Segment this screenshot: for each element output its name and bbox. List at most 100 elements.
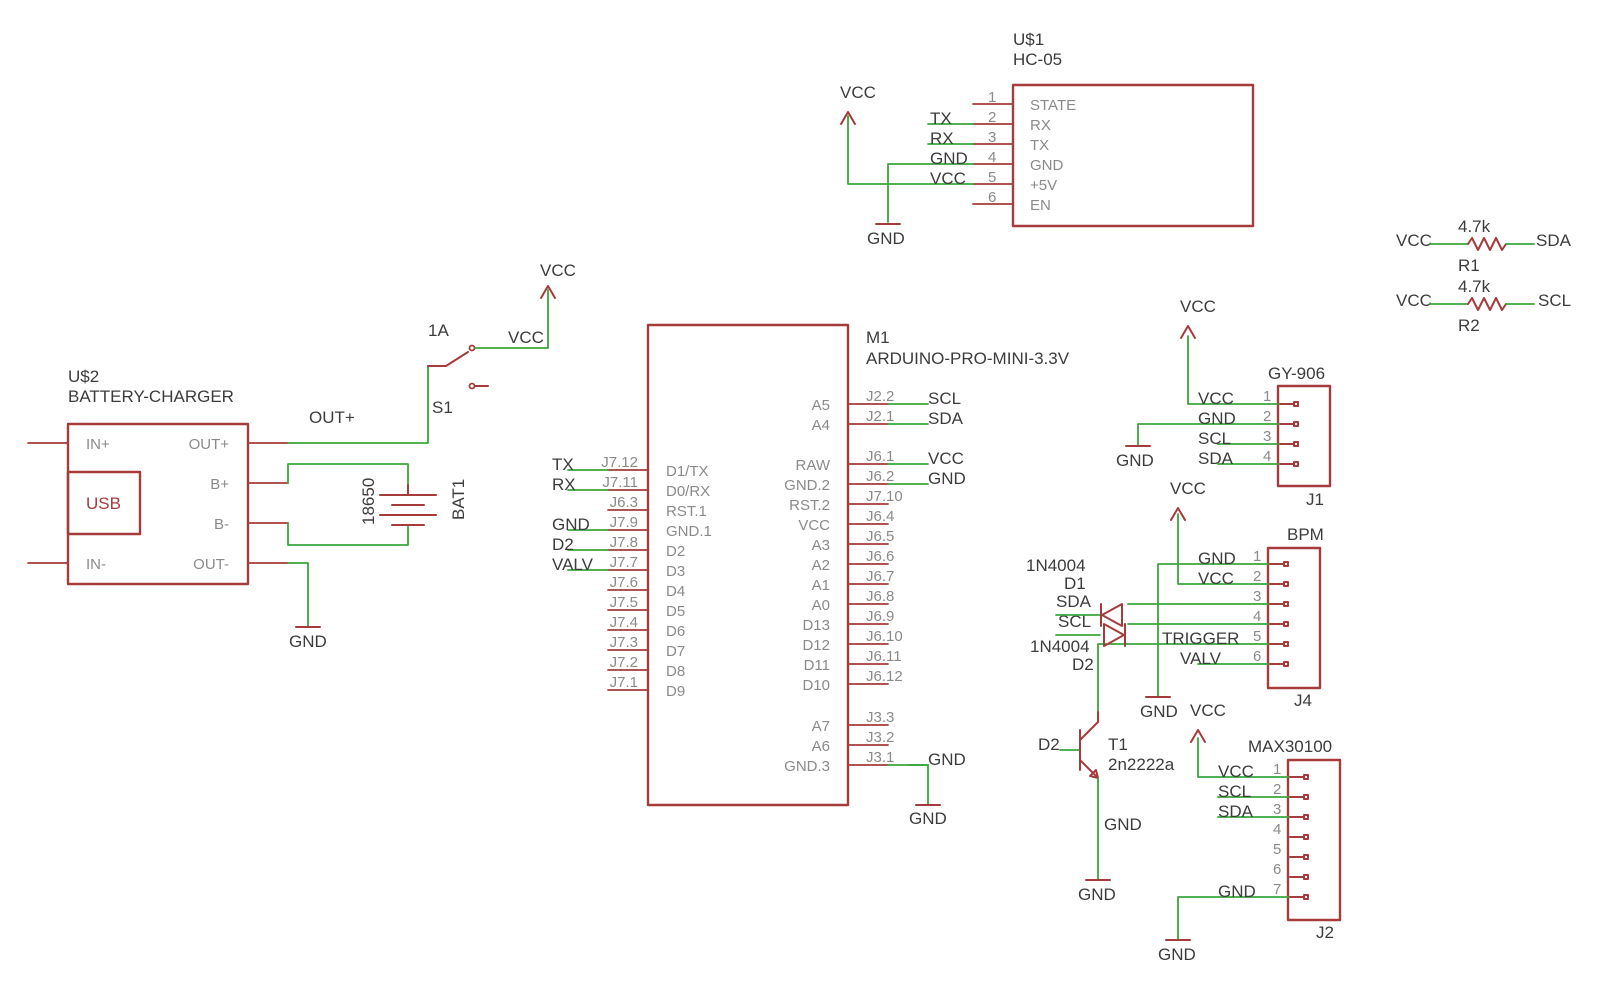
transistor-collector xyxy=(1079,721,1099,741)
arduino-pin-name: D8 xyxy=(666,663,685,680)
hc05-pin-num: 4 xyxy=(988,149,996,166)
arduino-net-label: RX xyxy=(552,475,576,494)
arduino-pin-name: GND.1 xyxy=(666,523,712,540)
arduino-pad-label: J2.2 xyxy=(866,388,894,405)
schematic-canvas: U$1 HC-05 1 2 3 4 5 6 STATE RX TX GND +5… xyxy=(27,30,1572,964)
r1-value: 4.7k xyxy=(1458,217,1491,236)
arduino-net-label: VALV xyxy=(552,555,594,574)
r2-value: 4.7k xyxy=(1458,277,1491,296)
hc05-pin-num: 5 xyxy=(988,169,996,186)
arduino-pin-name: A4 xyxy=(812,417,830,434)
bpm-pin-num: 4 xyxy=(1253,608,1261,625)
max30100-pin-num: 1 xyxy=(1273,761,1281,778)
arduino-pad-label: J3.1 xyxy=(866,749,894,766)
arduino-pin-name: RST.1 xyxy=(666,503,707,520)
arduino-pin-name: D6 xyxy=(666,623,685,640)
hc05-net-label: RX xyxy=(930,129,954,148)
connector-pin-icons xyxy=(1279,401,1299,467)
bpm-net: VCC xyxy=(1198,569,1234,588)
switch-value: 1A xyxy=(428,321,449,340)
arduino-pad-label: J3.2 xyxy=(866,729,894,746)
power-switch: 1A S1 VCC VCC xyxy=(427,261,576,417)
hc05-pin-num: 1 xyxy=(988,89,996,106)
arduino-pad-label: J6.11 xyxy=(866,648,902,665)
arduino-pin-name: RST.2 xyxy=(789,497,830,514)
hc05-pin-name: RX xyxy=(1030,117,1051,134)
arduino-pin-name: GND.2 xyxy=(784,477,830,494)
charger-pin: B- xyxy=(214,516,229,533)
arduino-pad-label: J6.4 xyxy=(866,508,894,525)
arduino-right-pins: J2.2 A5 SCL J2.1 A4 SDA J6.1 RAW VCC J6.2 GND.2 GND… xyxy=(784,388,966,775)
arduino-pin-name: D4 xyxy=(666,583,685,600)
hc05-pin-name: EN xyxy=(1030,197,1051,214)
battery-value: 18650 xyxy=(359,478,378,525)
r2-name: R2 xyxy=(1458,316,1480,335)
max30100-vcc-label: VCC xyxy=(1190,701,1226,720)
arduino-pad-label: J7.10 xyxy=(866,488,903,505)
bpm-body xyxy=(1266,546,1322,690)
switch-name: S1 xyxy=(432,398,453,417)
transistor-t1: D2 T1 2n2222a GND GND xyxy=(1038,711,1175,904)
arduino-pin-name: A1 xyxy=(812,577,830,594)
resistor-icon xyxy=(1467,237,1507,251)
arduino-pin-name: D1/TX xyxy=(666,463,709,480)
diode-icon xyxy=(1103,623,1125,647)
charger-pin: IN- xyxy=(86,556,106,573)
arduino-pin-name: D5 xyxy=(666,603,685,620)
bpm-value: BPM xyxy=(1287,525,1324,544)
gy906-connector: GY-906 1 2 3 4 VCC GND SCL SDA VCC GND J… xyxy=(1116,297,1332,509)
max30100-net: VCC xyxy=(1218,762,1254,781)
bpm-name: J4 xyxy=(1294,691,1312,710)
resistor-icon xyxy=(1467,297,1507,311)
switch-vcc-label: VCC xyxy=(540,261,576,280)
charger-name: U$2 xyxy=(68,367,99,386)
r1-name: R1 xyxy=(1458,256,1480,275)
connector-pin-icons xyxy=(1289,774,1309,900)
hc05-pin-num: 3 xyxy=(988,129,996,146)
r1-right-net: SDA xyxy=(1536,231,1572,250)
arduino-pad-label: J6.8 xyxy=(866,588,894,605)
arduino-pad-label: J7.1 xyxy=(610,674,638,691)
battery-plus-wire xyxy=(287,463,409,486)
hc05-net-label: TX xyxy=(930,109,952,128)
gy906-value: GY-906 xyxy=(1268,364,1325,383)
r2-right-net: SCL xyxy=(1538,291,1571,310)
arduino-pin-name: GND.3 xyxy=(784,758,830,775)
arduino-pin-name: A3 xyxy=(812,537,830,554)
arduino-pad-label: J7.4 xyxy=(610,614,638,631)
charger-pin: B+ xyxy=(210,476,229,493)
max30100-pin-num: 6 xyxy=(1273,861,1281,878)
arduino-pad-label: J7.5 xyxy=(610,594,638,611)
d2-name: D2 xyxy=(1072,655,1094,674)
arduino-pin-name: D12 xyxy=(802,637,830,654)
max30100-pin-num: 2 xyxy=(1273,781,1281,798)
hc05-value: HC-05 xyxy=(1013,50,1062,69)
gy906-net: SCL xyxy=(1198,429,1231,448)
arduino-pin-name: D7 xyxy=(666,643,685,660)
arduino-pad-label: J7.12 xyxy=(601,454,638,471)
bpm-pin-num: 6 xyxy=(1253,648,1261,665)
t1-name: T1 xyxy=(1108,735,1128,754)
bpm-pin-num: 2 xyxy=(1253,568,1261,585)
hc05-pin-name: +5V xyxy=(1030,177,1057,194)
bpm-net: TRIGGER xyxy=(1162,629,1239,648)
arduino-net-label: SDA xyxy=(928,409,964,428)
switch-lever-icon xyxy=(427,351,469,367)
arduino-pad-label: J7.2 xyxy=(610,654,638,671)
arduino-net-label: GND xyxy=(928,750,966,769)
max30100-pin-num: 7 xyxy=(1273,881,1281,898)
max30100-net: SCL xyxy=(1218,782,1251,801)
max30100-pin-num: 4 xyxy=(1273,821,1281,838)
arduino-left-pins: J7.12 D1/TX TX J7.11 D0/RX RX J6.3 RST.1 J7.9 GND… xyxy=(552,454,712,700)
arduino-pin-name: D0/RX xyxy=(666,483,710,500)
arduino-pad-label: J6.2 xyxy=(866,468,894,485)
hc05-gnd-label: GND xyxy=(867,229,905,248)
gy906-net: GND xyxy=(1198,409,1236,428)
bpm-pin-num: 3 xyxy=(1253,588,1261,605)
charger-pin: OUT+ xyxy=(189,436,230,453)
switch-net-label: VCC xyxy=(508,328,544,347)
arduino-name: M1 xyxy=(866,328,890,347)
switch-contact-icon xyxy=(468,382,476,390)
d1-value: 1N4004 xyxy=(1026,556,1086,575)
arduino-pin-name: D11 xyxy=(804,657,830,674)
